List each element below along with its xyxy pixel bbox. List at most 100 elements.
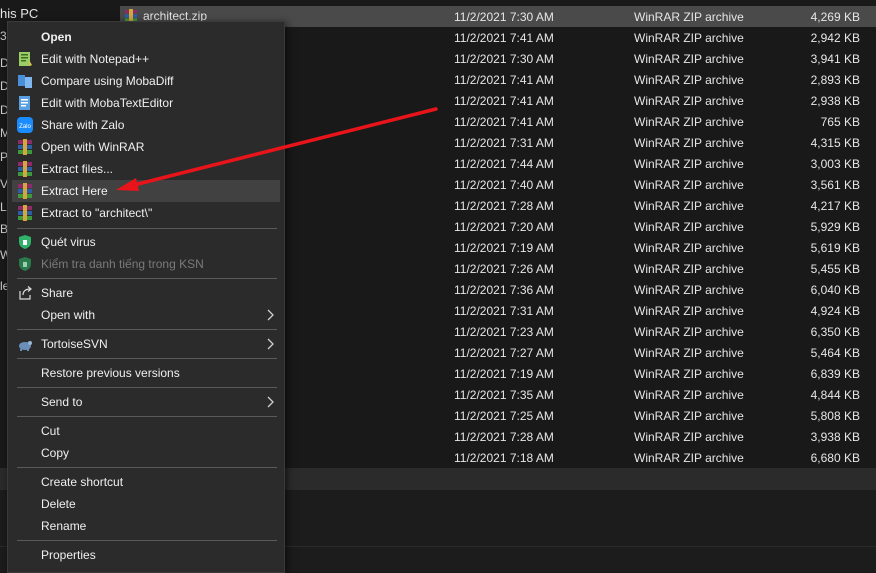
menu-item-edit-notepadpp[interactable]: Edit with Notepad++ <box>8 48 284 70</box>
menu-item-delete[interactable]: Delete <box>8 493 284 515</box>
file-size: 6,350 KB <box>810 325 860 339</box>
menu-item-label: Extract Here <box>41 184 108 198</box>
menu-separator <box>17 540 277 541</box>
file-size: 4,269 KB <box>810 10 860 24</box>
file-type: WinRAR ZIP archive <box>634 115 744 129</box>
file-date: 11/2/2021 7:19 AM <box>454 241 554 255</box>
file-type: WinRAR ZIP archive <box>634 430 744 444</box>
file-type: WinRAR ZIP archive <box>634 388 744 402</box>
mobatext-icon <box>17 95 33 111</box>
file-date: 11/2/2021 7:41 AM <box>454 31 554 45</box>
menu-item-ksn[interactable]: Kiểm tra danh tiếng trong KSN <box>8 253 284 275</box>
winrar-icon <box>17 205 33 221</box>
menu-item-label: Open with WinRAR <box>41 140 145 154</box>
file-date: 11/2/2021 7:35 AM <box>454 388 554 402</box>
file-size: 4,217 KB <box>810 199 860 213</box>
chevron-right-icon <box>266 336 276 352</box>
menu-item-label: Cut <box>41 424 60 438</box>
file-date: 11/2/2021 7:20 AM <box>454 220 554 234</box>
context-menu: Open Edit with Notepad++ Compare using M… <box>7 21 285 573</box>
zalo-icon: Zalo <box>17 117 33 133</box>
nav-item-this-pc[interactable]: his PC <box>0 6 38 21</box>
file-type: WinRAR ZIP archive <box>634 136 744 150</box>
menu-item-send-to[interactable]: Send to <box>8 391 284 413</box>
file-date: 11/2/2021 7:41 AM <box>454 73 554 87</box>
menu-item-edit-mobatext[interactable]: Edit with MobaTextEditor <box>8 92 284 114</box>
menu-item-label: Share <box>41 286 74 300</box>
menu-item-label: Extract files... <box>41 162 114 176</box>
share-icon <box>17 285 33 301</box>
file-size: 5,808 KB <box>810 409 860 423</box>
menu-item-scan-virus[interactable]: Quét virus <box>8 231 284 253</box>
file-type: WinRAR ZIP archive <box>634 178 744 192</box>
file-size: 3,941 KB <box>810 52 860 66</box>
file-size: 2,938 KB <box>810 94 860 108</box>
menu-item-label: Properties <box>41 548 96 562</box>
menu-item-label: Delete <box>41 497 76 511</box>
menu-item-label: Rename <box>41 519 87 533</box>
winrar-icon <box>17 139 33 155</box>
file-date: 11/2/2021 7:26 AM <box>454 262 554 276</box>
mobadiff-icon <box>17 73 33 89</box>
menu-item-copy[interactable]: Copy <box>8 442 284 464</box>
file-size: 4,315 KB <box>810 136 860 150</box>
file-type: WinRAR ZIP archive <box>634 262 744 276</box>
file-size: 6,040 KB <box>810 283 860 297</box>
menu-item-label: Extract to "architect\" <box>41 206 153 220</box>
file-type: WinRAR ZIP archive <box>634 52 744 66</box>
file-size: 5,619 KB <box>810 241 860 255</box>
svg-text:Zalo: Zalo <box>19 124 31 130</box>
file-type: WinRAR ZIP archive <box>634 451 744 465</box>
file-type: WinRAR ZIP archive <box>634 346 744 360</box>
file-type: WinRAR ZIP archive <box>634 94 744 108</box>
menu-item-create-shortcut[interactable]: Create shortcut <box>8 471 284 493</box>
file-size: 3,561 KB <box>810 178 860 192</box>
winrar-icon <box>17 183 33 199</box>
menu-item-share-zalo[interactable]: Zalo Share with Zalo <box>8 114 284 136</box>
file-date: 11/2/2021 7:18 AM <box>454 451 554 465</box>
file-type: WinRAR ZIP archive <box>634 220 744 234</box>
file-date: 11/2/2021 7:41 AM <box>454 94 554 108</box>
menu-item-tortoisesvn[interactable]: TortoiseSVN <box>8 333 284 355</box>
menu-separator <box>17 467 277 468</box>
menu-separator <box>17 416 277 417</box>
menu-item-label: Edit with MobaTextEditor <box>41 96 174 110</box>
menu-item-restore-versions[interactable]: Restore previous versions <box>8 362 284 384</box>
menu-item-label: Quét virus <box>41 235 96 249</box>
file-type: WinRAR ZIP archive <box>634 325 744 339</box>
menu-item-cut[interactable]: Cut <box>8 420 284 442</box>
file-size: 6,680 KB <box>810 451 860 465</box>
menu-item-extract-here[interactable]: Extract Here <box>12 180 280 202</box>
menu-item-extract-to[interactable]: Extract to "architect\" <box>8 202 284 224</box>
kaspersky-shield-icon <box>17 234 33 250</box>
menu-separator <box>17 358 277 359</box>
menu-item-share[interactable]: Share <box>8 282 284 304</box>
file-date: 11/2/2021 7:36 AM <box>454 283 554 297</box>
menu-item-extract-files[interactable]: Extract files... <box>8 158 284 180</box>
file-size: 5,455 KB <box>810 262 860 276</box>
file-size: 3,003 KB <box>810 157 860 171</box>
file-type: WinRAR ZIP archive <box>634 199 744 213</box>
menu-separator <box>17 329 277 330</box>
file-type: WinRAR ZIP archive <box>634 304 744 318</box>
file-type: WinRAR ZIP archive <box>634 241 744 255</box>
menu-item-compare-mobadiff[interactable]: Compare using MobaDiff <box>8 70 284 92</box>
menu-item-label: Kiểm tra danh tiếng trong KSN <box>41 257 204 271</box>
menu-item-label: TortoiseSVN <box>41 337 108 351</box>
menu-item-open-with[interactable]: Open with <box>8 304 284 326</box>
menu-item-open-winrar[interactable]: Open with WinRAR <box>8 136 284 158</box>
menu-item-rename[interactable]: Rename <box>8 515 284 537</box>
menu-item-label: Copy <box>41 446 70 460</box>
file-type: WinRAR ZIP archive <box>634 409 744 423</box>
file-date: 11/2/2021 7:25 AM <box>454 409 554 423</box>
file-type: WinRAR ZIP archive <box>634 367 744 381</box>
file-date: 11/2/2021 7:31 AM <box>454 304 554 318</box>
file-date: 11/2/2021 7:27 AM <box>454 346 554 360</box>
file-size: 4,844 KB <box>810 388 860 402</box>
file-size: 765 KB <box>820 115 860 129</box>
menu-item-properties[interactable]: Properties <box>8 544 284 566</box>
menu-item-open[interactable]: Open <box>8 26 284 48</box>
notepadpp-icon <box>17 51 33 67</box>
file-size: 5,464 KB <box>810 346 860 360</box>
menu-item-label: Create shortcut <box>41 475 124 489</box>
